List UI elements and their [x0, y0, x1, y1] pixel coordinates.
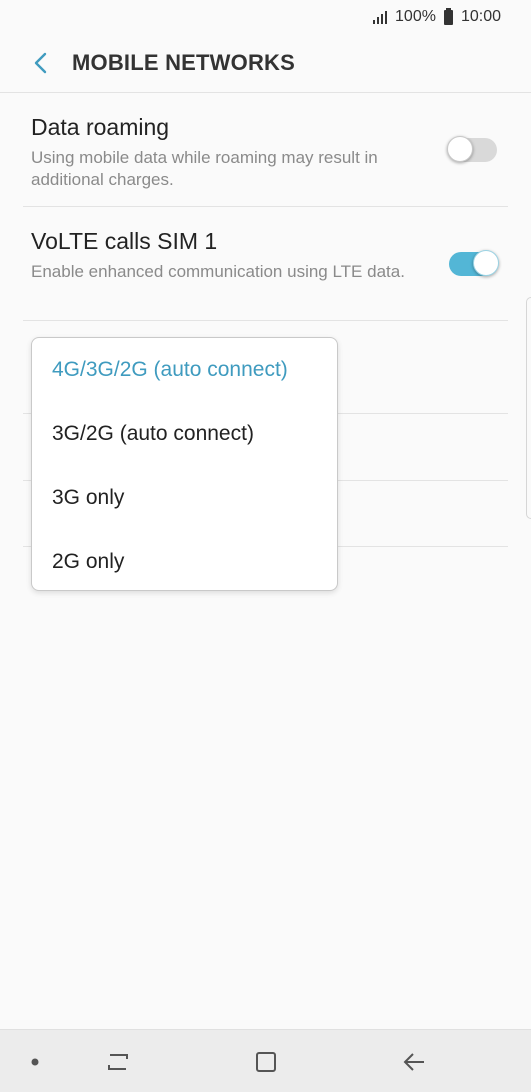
chevron-left-icon [34, 52, 47, 74]
back-arrow-icon [403, 1053, 424, 1071]
volte-calls-description: Enable enhanced communication using LTE … [31, 262, 405, 281]
toggle-knob [447, 136, 473, 162]
divider [23, 320, 508, 321]
signal-icon [373, 10, 388, 24]
option-3g-only[interactable]: 3G only [32, 466, 337, 530]
recents-icon [108, 1054, 128, 1070]
option-2g-only[interactable]: 2G only [32, 530, 337, 594]
status-bar: 100% 10:00 [0, 0, 531, 34]
battery-icon [443, 7, 453, 25]
option-3g-2g[interactable]: 3G/2G (auto connect) [32, 402, 337, 466]
divider [23, 206, 508, 207]
recents-button[interactable] [100, 1044, 136, 1080]
nav-dot-icon [17, 1044, 53, 1080]
data-roaming-toggle[interactable] [447, 136, 497, 162]
volte-calls-toggle[interactable] [449, 250, 499, 276]
clock: 10:00 [460, 8, 501, 25]
data-roaming-description: Using mobile data while roaming may resu… [31, 148, 378, 189]
data-roaming-title: Data roaming [31, 114, 170, 140]
page-title: MOBILE NETWORKS [72, 50, 295, 75]
network-mode-dropdown: 4G/3G/2G (auto connect) 3G/2G (auto conn… [31, 337, 338, 591]
home-icon [256, 1052, 276, 1072]
nav-back-button[interactable] [396, 1044, 432, 1080]
scroll-indicator [526, 297, 531, 519]
battery-percentage: 100% [395, 8, 436, 25]
back-button[interactable] [16, 38, 66, 88]
navigation-bar [0, 1029, 531, 1092]
volte-calls-title: VoLTE calls SIM 1 [31, 228, 218, 254]
home-button[interactable] [248, 1044, 284, 1080]
toggle-knob [473, 250, 499, 276]
option-4g-3g-2g[interactable]: 4G/3G/2G (auto connect) [32, 338, 337, 402]
app-bar: MOBILE NETWORKS [0, 34, 531, 93]
